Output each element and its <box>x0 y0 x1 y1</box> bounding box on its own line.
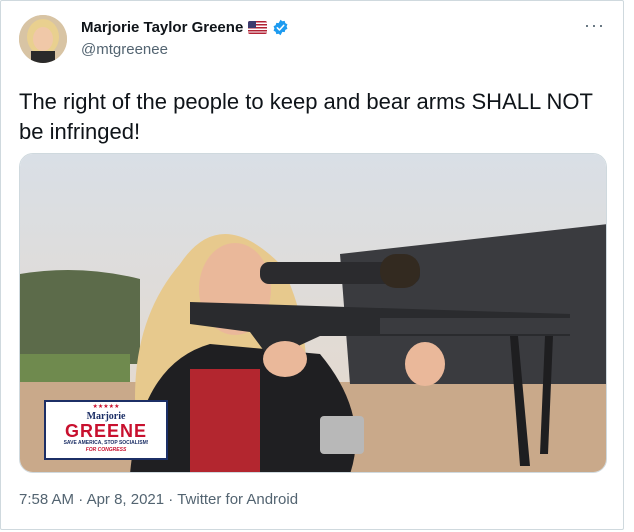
meta-separator: · <box>164 491 178 508</box>
tweet-metadata: 7:58 AM · Apr 8, 2021 · Twitter for Andr… <box>19 491 298 508</box>
tweet-card: Marjorie Taylor Greene @mtgreenee ··· Th… <box>0 0 624 530</box>
logo-slogan: SAVE AMERICA, STOP SOCIALISM! <box>63 440 149 446</box>
tweet-time[interactable]: 7:58 AM <box>19 491 74 508</box>
more-options-icon[interactable]: ··· <box>584 15 605 36</box>
avatar[interactable] <box>19 15 67 63</box>
tweet-media-image[interactable]: ★★★★★ Marjorie GREENE SAVE AMERICA, STOP… <box>19 153 607 473</box>
meta-separator: · <box>74 491 87 508</box>
logo-stars: ★★★★★ <box>92 404 120 410</box>
author-name-row[interactable]: Marjorie Taylor Greene <box>81 19 289 36</box>
campaign-logo: ★★★★★ Marjorie GREENE SAVE AMERICA, STOP… <box>44 400 168 460</box>
author-name[interactable]: Marjorie Taylor Greene <box>81 19 243 36</box>
logo-congress: FOR CONGRESS <box>85 447 127 453</box>
tweet-date[interactable]: Apr 8, 2021 <box>87 491 165 508</box>
logo-last-name: GREENE <box>64 421 148 441</box>
tweet-text: The right of the people to keep and bear… <box>19 89 593 144</box>
us-flag-icon <box>248 21 268 34</box>
tweet-source[interactable]: Twitter for Android <box>177 491 298 508</box>
verified-badge-icon <box>272 19 289 36</box>
author-handle[interactable]: @mtgreenee <box>81 41 168 58</box>
